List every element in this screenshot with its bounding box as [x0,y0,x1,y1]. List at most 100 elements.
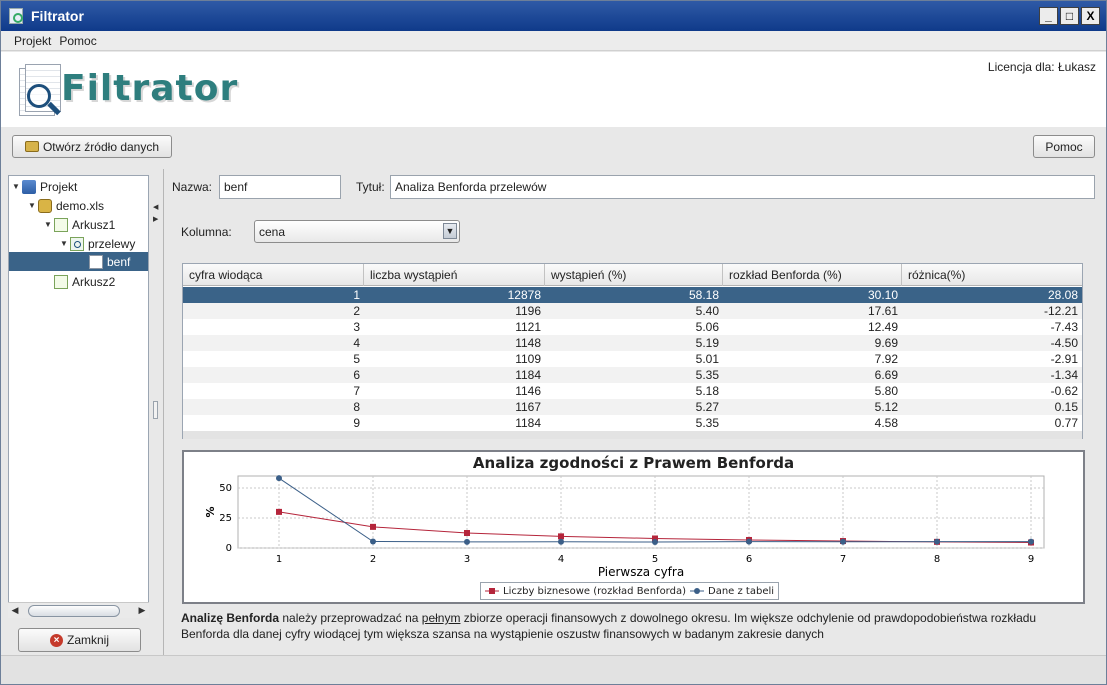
table-cell: 5.35 [695,368,719,382]
collapse-left-icon[interactable]: ◀ [153,203,158,211]
column-header[interactable]: liczba wystąpień [364,264,545,286]
close-button[interactable]: × Zamknij [18,628,141,652]
table-cell: 5.06 [695,320,719,334]
table-cell: 9 [353,416,360,430]
legend-marker-data [690,588,704,594]
menu-projekt[interactable]: Projekt [14,34,51,48]
series-point-1 [934,538,940,545]
table-cell: 5.35 [695,416,719,430]
table-row[interactable]: 9 1184 5.35 4.58 0.77 [183,415,1082,431]
table-cell: 1184 [515,416,541,430]
table-row[interactable]: 2 1196 5.40 17.61 -12.21 [183,303,1082,319]
series-point-1 [1028,538,1034,545]
expand-toggle-icon[interactable]: ▼ [28,201,38,210]
table-cell: 0.77 [1054,416,1078,430]
menu-bar: Projekt Pomoc [1,31,1106,51]
tree-item-label: benf [107,254,131,269]
scroll-left-icon[interactable]: ◀ [8,605,22,616]
table-row[interactable]: 8 1167 5.27 5.12 0.15 [183,399,1082,415]
table-row[interactable]: 7 1146 5.18 5.80 -0.62 [183,383,1082,399]
maximize-button[interactable]: □ [1060,7,1079,25]
title-bar[interactable]: Filtrator _ □ X [1,1,1106,31]
expand-toggle-icon[interactable]: ▼ [60,239,70,248]
table-cell: 6.69 [874,368,898,382]
table-row[interactable]: 4 1148 5.19 9.69 -4.50 [183,335,1082,351]
chart-legend: Liczby biznesowe (rozkład Benforda) Dane… [480,582,780,600]
table-cell: 17.61 [867,304,898,318]
close-window-button[interactable]: X [1081,7,1100,25]
table-cell: -12.21 [1043,304,1078,318]
y-axis-label: % [204,506,217,517]
table-cell: 7.92 [874,352,898,366]
tree-item-przelewy[interactable]: ▼ przelewy [60,234,135,253]
table-cell: 12878 [507,288,541,302]
license-label: Licencja dla: Łukasz [987,60,1096,74]
splitter[interactable]: ◀ ▶ [149,175,164,653]
column-header[interactable]: różnica(%) [902,264,1082,286]
title-field[interactable]: Analiza Benforda przelewów [390,175,1095,199]
legend-label-data: Dane z tabeli [708,585,775,597]
toolbar: Otwórz źródło danych Pomoc [1,127,1106,169]
menu-pomoc[interactable]: Pomoc [59,34,96,48]
table-row[interactable]: 3 1121 5.06 12.49 -7.43 [183,319,1082,335]
tree-horizontal-scrollbar[interactable]: ◀ ▶ [8,602,149,618]
minimize-button[interactable]: _ [1039,7,1058,25]
column-header[interactable]: wystąpień (%) [545,264,723,286]
column-select-value: cena [259,225,286,239]
table-row[interactable]: 1 12878 58.18 30.10 28.08 [183,287,1082,303]
project-tree[interactable]: ▼ Projekt ▼ demo.xls ▼ Arkusz1 ▼ przelew… [8,175,149,618]
series-point-0 [558,533,564,540]
splitter-grip[interactable] [153,401,158,419]
expand-toggle-icon[interactable]: ▼ [44,220,54,229]
scroll-thumb[interactable] [28,605,120,617]
sheet-icon [54,274,68,289]
table-cell: 5.40 [695,304,719,318]
table-cell: 1146 [515,384,541,398]
table-cell: -2.91 [1050,352,1078,366]
name-field[interactable]: benf [219,175,341,199]
table-header: cyfra wiodąca liczba wystąpień wystąpień… [183,264,1082,286]
chevron-down-icon[interactable]: ▼ [443,223,457,239]
tree-item-arkusz1[interactable]: ▼ Arkusz1 [44,215,115,234]
x-axis-label: Pierwsza cyfra [598,565,684,579]
table-row[interactable]: 5 1109 5.01 7.92 -2.91 [183,351,1082,367]
tree-item-arkusz2[interactable]: Arkusz2 [54,272,115,291]
folder-icon [24,141,39,152]
tree-item-label: Arkusz1 [72,217,116,232]
table-cell: 5.18 [695,384,719,398]
tree-item-projekt[interactable]: ▼ Projekt [12,177,77,196]
logo: Filtrator [17,64,253,124]
series-point-1 [746,538,752,545]
series-point-1 [652,538,658,545]
divider [163,169,164,655]
column-header[interactable]: rozkład Benforda (%) [723,264,902,286]
scroll-right-icon[interactable]: ▶ [135,605,149,616]
expand-toggle-icon[interactable]: ▼ [12,182,22,191]
table-cell: 1121 [515,320,541,334]
help-button[interactable]: Pomoc [1033,135,1095,158]
tree-item-label: demo.xls [56,198,105,213]
table-row[interactable]: 6 1184 5.35 6.69 -1.34 [183,367,1082,383]
title-label: Tytuł: [356,180,385,194]
tree-item-demo-xls[interactable]: ▼ demo.xls [28,196,104,215]
tree-item-label: Arkusz2 [72,274,116,289]
series-point-0 [276,508,282,515]
banner: Filtrator Licencja dla: Łukasz [1,52,1106,127]
y-tick-label: 50 [219,483,232,494]
table-cell: 5.12 [874,400,898,414]
column-select[interactable]: cena ▼ [254,220,460,243]
description-underlined: pełnym [421,611,461,625]
document-icon [89,254,103,269]
column-header[interactable]: cyfra wiodąca [183,264,364,286]
tree-item-benf[interactable]: benf [9,252,148,271]
open-data-source-button[interactable]: Otwórz źródło danych [12,135,172,158]
x-tick-label: 4 [558,554,564,565]
close-icon: × [49,633,63,647]
expand-right-icon[interactable]: ▶ [153,215,158,223]
name-label: Nazwa: [172,180,213,194]
sheet-icon [54,217,68,232]
table-cell: -4.50 [1050,336,1078,350]
table-cell: 5.27 [695,400,719,414]
tree-item-label: przelewy [88,236,136,251]
help-button-label: Pomoc [1045,139,1083,154]
